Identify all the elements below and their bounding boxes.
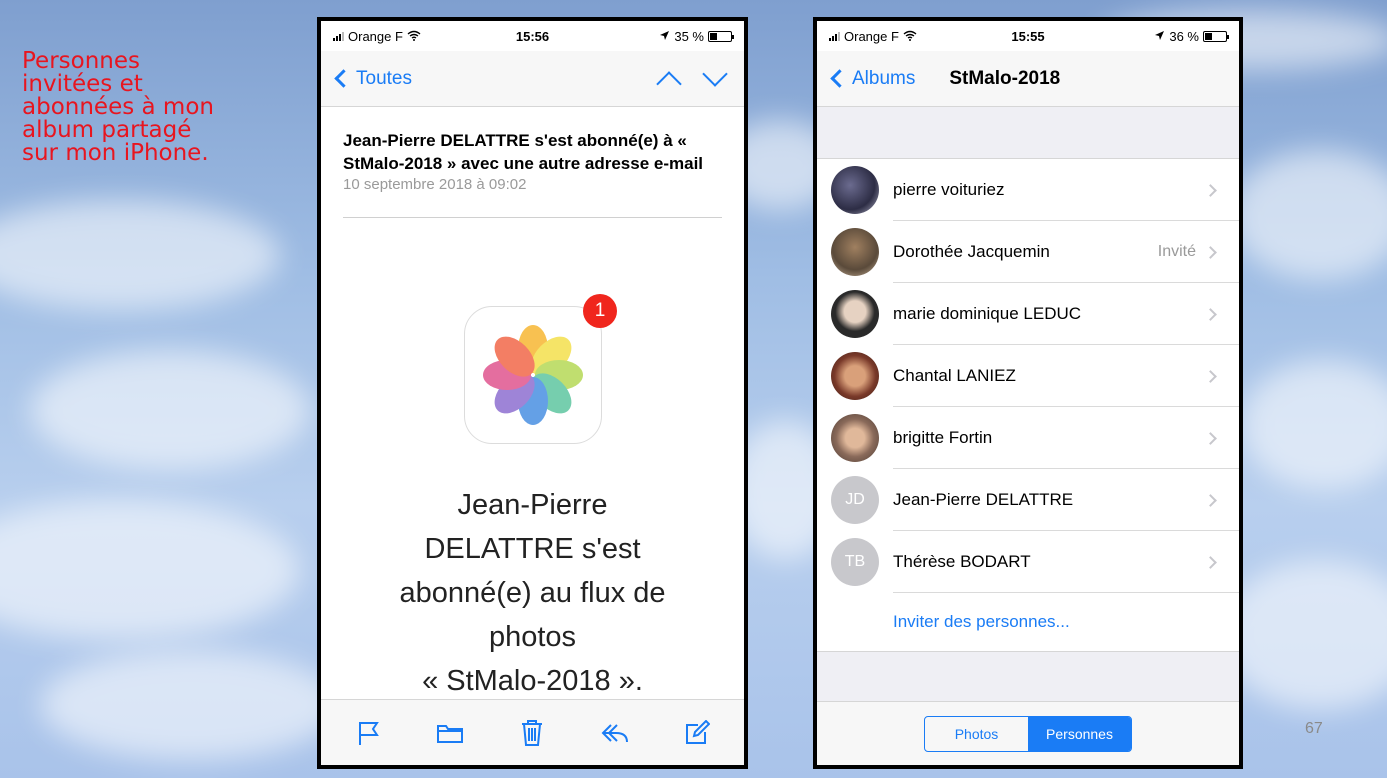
back-label: Toutes [356,67,412,89]
person-name: Chantal LANIEZ [893,366,1016,385]
battery-fill [1205,32,1213,40]
album-phone-screen: Orange F 15:55 36 % Albums StMalo-2018 p… [813,17,1243,769]
avatar: JD [831,476,879,524]
mail-body-line: photos [488,621,577,653]
album-title: StMalo-2018 [949,67,1061,89]
caption-line: Personnes [22,48,140,74]
carrier-info: Orange F [333,29,421,44]
avatar [831,166,879,214]
mail-body: Jean-Pierre DELATTRE s'est abonné(e) au … [341,483,724,703]
carrier-info: Orange F [829,29,917,44]
avatar [831,228,879,276]
chevron-right-icon [1204,431,1217,445]
person-row[interactable]: Chantal LANIEZ [817,345,1239,407]
previous-message-icon[interactable] [656,70,682,97]
bottom-bar: Photos Personnes [817,701,1239,765]
person-row[interactable]: Dorothée Jacquemin Invité [817,221,1239,283]
person-name: brigitte Fortin [893,428,993,447]
person-row[interactable]: TB Thérèse BODART [817,531,1239,593]
battery-icon [708,30,734,42]
slide-number: 67 [1305,720,1323,737]
status-bar: Orange F 15:56 35 % [321,21,744,51]
person-name: Dorothée Jacquemin [893,242,1050,261]
signal-icon [829,31,840,41]
folder-icon[interactable] [430,713,470,753]
chevron-right-icon [1204,369,1217,383]
compose-icon[interactable] [677,713,717,753]
battery-percent: 36 % [1169,28,1199,44]
battery-info: 35 % [659,28,734,44]
chevron-right-icon [1204,245,1217,259]
location-icon [659,29,670,44]
chevron-left-icon [830,69,849,88]
photos-app-icon [464,306,602,444]
divider [343,217,722,218]
view-segmented-control: Photos Personnes [924,715,1132,752]
slide-caption: Personnes invitées et abonnées à mon alb… [22,50,302,165]
segment-people[interactable]: Personnes [1028,716,1131,751]
location-icon [1154,29,1165,44]
chevron-left-icon [334,69,353,88]
mail-body-line: « StMalo-2018 ». [422,665,643,697]
message-navigation [656,60,732,97]
person-status: Invité [1157,243,1196,260]
battery-info: 36 % [1154,28,1229,44]
person-row[interactable]: pierre voituriez [817,159,1239,221]
avatar [831,352,879,400]
battery-fill [710,32,717,40]
person-name: pierre voituriez [893,180,1005,199]
avatar: TB [831,538,879,586]
section-spacer [817,651,1239,705]
caption-line: abonnées à mon [22,94,214,120]
signal-icon [333,31,344,41]
chevron-right-icon [1204,183,1217,197]
chevron-right-icon [1204,555,1217,569]
carrier-name: Orange F [348,28,403,44]
mail-subject: Jean-Pierre DELATTRE s'est abonné(e) à «… [343,131,704,173]
mail-body-line: DELATTRE s'est [424,533,641,565]
avatar [831,414,879,462]
reply-icon[interactable] [595,713,635,753]
person-row[interactable]: brigitte Fortin [817,407,1239,469]
person-name: Jean-Pierre DELATTRE [893,490,1074,509]
person-row[interactable]: marie dominique LEDUC [817,283,1239,345]
section-spacer [817,107,1239,159]
invite-people-link[interactable]: Inviter des personnes... [817,593,1239,651]
chevron-right-icon [1204,493,1217,507]
person-row[interactable]: JD Jean-Pierre DELATTRE [817,469,1239,531]
person-name: Thérèse BODART [893,552,1031,571]
battery-percent: 35 % [674,28,704,44]
caption-line: album partagé [22,117,192,143]
flag-icon[interactable] [348,713,388,753]
next-message-icon[interactable] [702,60,728,87]
people-list: pierre voituriez Dorothée Jacquemin Invi… [817,159,1239,651]
back-label: Albums [852,67,916,89]
segment-photos[interactable]: Photos [925,717,1028,751]
back-button[interactable]: Toutes [333,68,412,90]
chevron-right-icon [1204,307,1217,321]
trash-icon[interactable] [512,713,552,753]
back-button[interactable]: Albums [829,68,915,90]
mail-body-line: abonné(e) au flux de [399,577,666,609]
wifi-icon [903,29,917,44]
mail-nav-bar: Toutes [321,51,744,107]
wifi-icon [407,29,421,44]
carrier-name: Orange F [844,28,899,44]
status-bar: Orange F 15:55 36 % [817,21,1239,51]
avatar [831,290,879,338]
mail-body-line: Jean-Pierre [457,489,608,521]
notification-badge: 1 [583,294,617,328]
person-name: marie dominique LEDUC [893,304,1082,323]
mail-date: 10 septembre 2018 à 09:02 [343,176,527,193]
caption-line: sur mon iPhone. [22,140,209,166]
album-nav-bar: Albums StMalo-2018 [817,51,1239,107]
mail-toolbar [321,699,744,765]
mail-phone-screen: Orange F 15:56 35 % Toutes Jean-Pierre D… [317,17,748,769]
battery-icon [1203,30,1229,42]
caption-line: invitées et [22,71,143,97]
